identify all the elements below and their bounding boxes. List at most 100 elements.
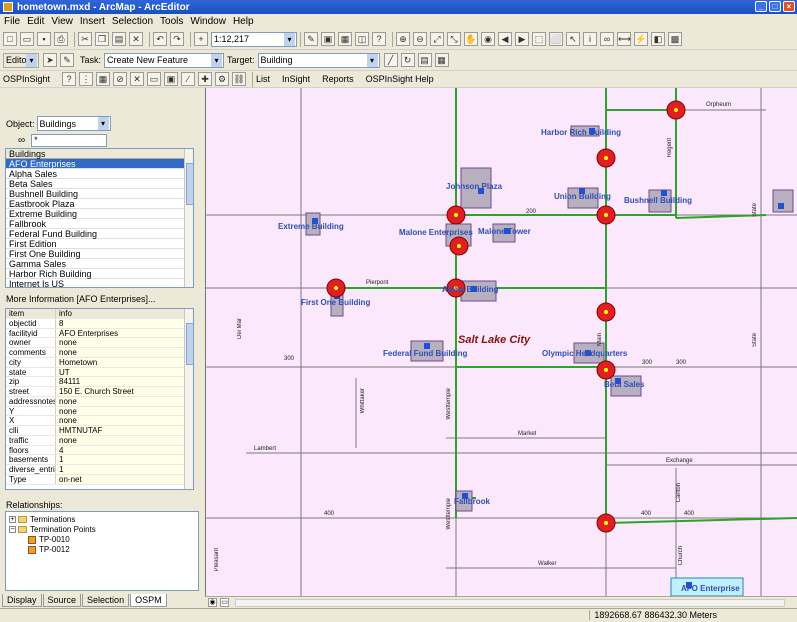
buildings-list-scrollbar[interactable] — [184, 149, 193, 287]
new-document-icon[interactable]: □ — [3, 32, 17, 46]
tab-display[interactable]: Display — [2, 594, 42, 607]
info-row[interactable]: owner none — [6, 338, 193, 348]
tree-node-tp-0010[interactable]: TP-0010 — [28, 535, 70, 544]
info-row[interactable]: Ynone — [6, 406, 193, 417]
info-row[interactable]: objectid 8 — [6, 318, 193, 329]
info-row[interactable]: clli HMTNUTAF — [6, 426, 193, 436]
map-label-harbor-rich[interactable]: Harbor Rich Building — [541, 128, 621, 137]
copy-icon[interactable]: ❐ — [95, 32, 109, 46]
print-icon[interactable]: ⎙ — [54, 32, 68, 46]
task-combo[interactable]: Create New Feature — [104, 52, 225, 68]
link-icon[interactable]: ⛓ — [232, 72, 247, 86]
info-value[interactable]: 4 — [56, 445, 193, 455]
info-value[interactable]: none — [56, 338, 193, 347]
building-list-item[interactable]: AFO Enterprises — [6, 159, 193, 169]
info-value[interactable]: AFO Enterprises — [56, 328, 193, 338]
pan-hand-icon[interactable]: ✋ — [464, 32, 478, 46]
info-row[interactable]: Xnone — [6, 416, 193, 426]
map-label-extreme-building[interactable]: Extreme Building — [278, 222, 344, 231]
map-tips-icon[interactable]: ▩ — [668, 32, 682, 46]
paste-icon[interactable]: ▤ — [112, 32, 126, 46]
info-value[interactable]: HMTNUTAF — [56, 426, 193, 435]
tab-source[interactable]: Source — [42, 594, 82, 607]
menu-tools[interactable]: Tools — [160, 16, 183, 27]
menu-selection[interactable]: Selection — [112, 16, 153, 27]
building-list-item[interactable]: Gamma Sales — [6, 259, 193, 269]
split-tool-icon[interactable]: ╱ — [383, 53, 398, 67]
identify-icon[interactable]: i — [583, 32, 597, 46]
info-row[interactable]: state UT — [6, 367, 193, 378]
tree-node-terminations[interactable]: + Terminations — [9, 515, 75, 524]
find-input[interactable]: * — [31, 134, 108, 147]
cut-icon[interactable]: ✂ — [78, 32, 92, 46]
rotate-tool-icon[interactable]: ↻ — [400, 53, 415, 67]
tree-node-termination-points[interactable]: − Termination Points — [9, 525, 96, 534]
map-label-beta-sales[interactable]: Beta Sales — [604, 380, 644, 389]
clear-selection-icon[interactable]: ⬜ — [549, 32, 563, 46]
select-elements-icon[interactable]: ↖ — [566, 32, 580, 46]
data-view-icon[interactable]: ◉ — [208, 598, 217, 607]
info-value[interactable]: 8 — [56, 318, 193, 328]
map-label-olympic-hq[interactable]: Olympic Headquarters — [542, 349, 627, 358]
building-list-item[interactable]: Beta Sales — [6, 179, 193, 189]
info-row[interactable]: street 150 E. Church Street — [6, 387, 193, 397]
menu-insert[interactable]: Insert — [80, 16, 105, 27]
rectangle-icon[interactable]: ▭ — [147, 72, 162, 86]
tree-node-tp-0012[interactable]: TP-0012 — [28, 545, 70, 554]
list-menu[interactable]: List — [256, 74, 270, 84]
info-value[interactable]: none — [56, 416, 193, 425]
building-list-item[interactable]: Alpha Sales — [6, 169, 193, 179]
binoculars-icon[interactable]: ∞ — [18, 135, 25, 146]
info-row[interactable]: Type on-net — [6, 474, 193, 485]
ospinsight-help-menu[interactable]: OSPInSight Help — [366, 74, 434, 84]
reports-menu[interactable]: Reports — [322, 74, 354, 84]
map-label-malone-enterprises[interactable]: Malone Enterprises — [399, 228, 473, 237]
info-row[interactable]: comments none — [6, 348, 193, 358]
info-value[interactable]: Hometown — [56, 357, 193, 367]
select-features-icon[interactable]: ⬚ — [532, 32, 546, 46]
splice-icon[interactable]: ▦ — [96, 72, 111, 86]
tab-ospm[interactable]: OSPM — [130, 594, 167, 607]
time-slider-icon[interactable]: ◧ — [651, 32, 665, 46]
info-value[interactable]: none — [56, 348, 193, 357]
menu-file[interactable]: File — [4, 16, 20, 27]
info-row[interactable]: addressnotes none — [6, 396, 193, 407]
info-value[interactable]: 1 — [56, 465, 193, 474]
arctoolbox-icon[interactable]: ▣ — [321, 32, 335, 46]
building-list-item[interactable]: Bushnell Building — [6, 189, 193, 199]
menu-view[interactable]: View — [51, 16, 73, 27]
map-label-federal-fund[interactable]: Federal Fund Building — [383, 349, 467, 358]
map-label-fallbrook[interactable]: Fallbrook — [454, 497, 490, 506]
back-arrow-icon[interactable]: ◀ — [498, 32, 512, 46]
map-label-union-building[interactable]: Union Building — [554, 192, 611, 201]
map-label-afo-enterprise[interactable]: AFO Enterprise — [681, 584, 740, 593]
forward-arrow-icon[interactable]: ▶ — [515, 32, 529, 46]
minimize-button[interactable]: _ — [755, 1, 767, 12]
edit-tool-icon[interactable]: ➤ — [43, 53, 57, 67]
attributes-icon[interactable]: ▤ — [417, 53, 432, 67]
node-icon[interactable]: ✚ — [198, 72, 213, 86]
info-value[interactable]: UT — [56, 367, 193, 377]
maximize-button[interactable]: □ — [769, 1, 781, 12]
no-entry-icon[interactable]: ⊘ — [113, 72, 128, 86]
info-value[interactable]: none — [56, 406, 193, 416]
fixed-zoom-in-icon[interactable]: ⤢ — [430, 32, 444, 46]
menu-window[interactable]: Window — [190, 16, 226, 27]
menu-edit[interactable]: Edit — [27, 16, 44, 27]
building-list-item[interactable]: Federal Fund Building — [6, 229, 193, 239]
connect-icon[interactable]: ⚙ — [215, 72, 230, 86]
command-line-icon[interactable]: ▦ — [338, 32, 352, 46]
map-horizontal-scrollbar[interactable] — [235, 599, 785, 607]
map-label-bushnell-building[interactable]: Bushnell Building — [624, 196, 692, 205]
target-combo[interactable]: Building — [257, 52, 380, 68]
building-list-item[interactable]: Extreme Building — [6, 209, 193, 219]
info-row[interactable]: zip 84111 — [6, 377, 193, 387]
full-extent-icon[interactable]: ◉ — [481, 32, 495, 46]
query-icon[interactable]: ? — [62, 72, 77, 86]
cable-icon[interactable]: ∕ — [181, 72, 196, 86]
trace-icon[interactable]: ⋮ — [79, 72, 94, 86]
close-button[interactable]: × — [783, 1, 795, 12]
undo-icon[interactable]: ↶ — [153, 32, 167, 46]
map-label-johnson-plaza[interactable]: Johnson Plaza — [446, 182, 502, 191]
ospinsight-button[interactable]: OSPInSight — [3, 74, 50, 84]
